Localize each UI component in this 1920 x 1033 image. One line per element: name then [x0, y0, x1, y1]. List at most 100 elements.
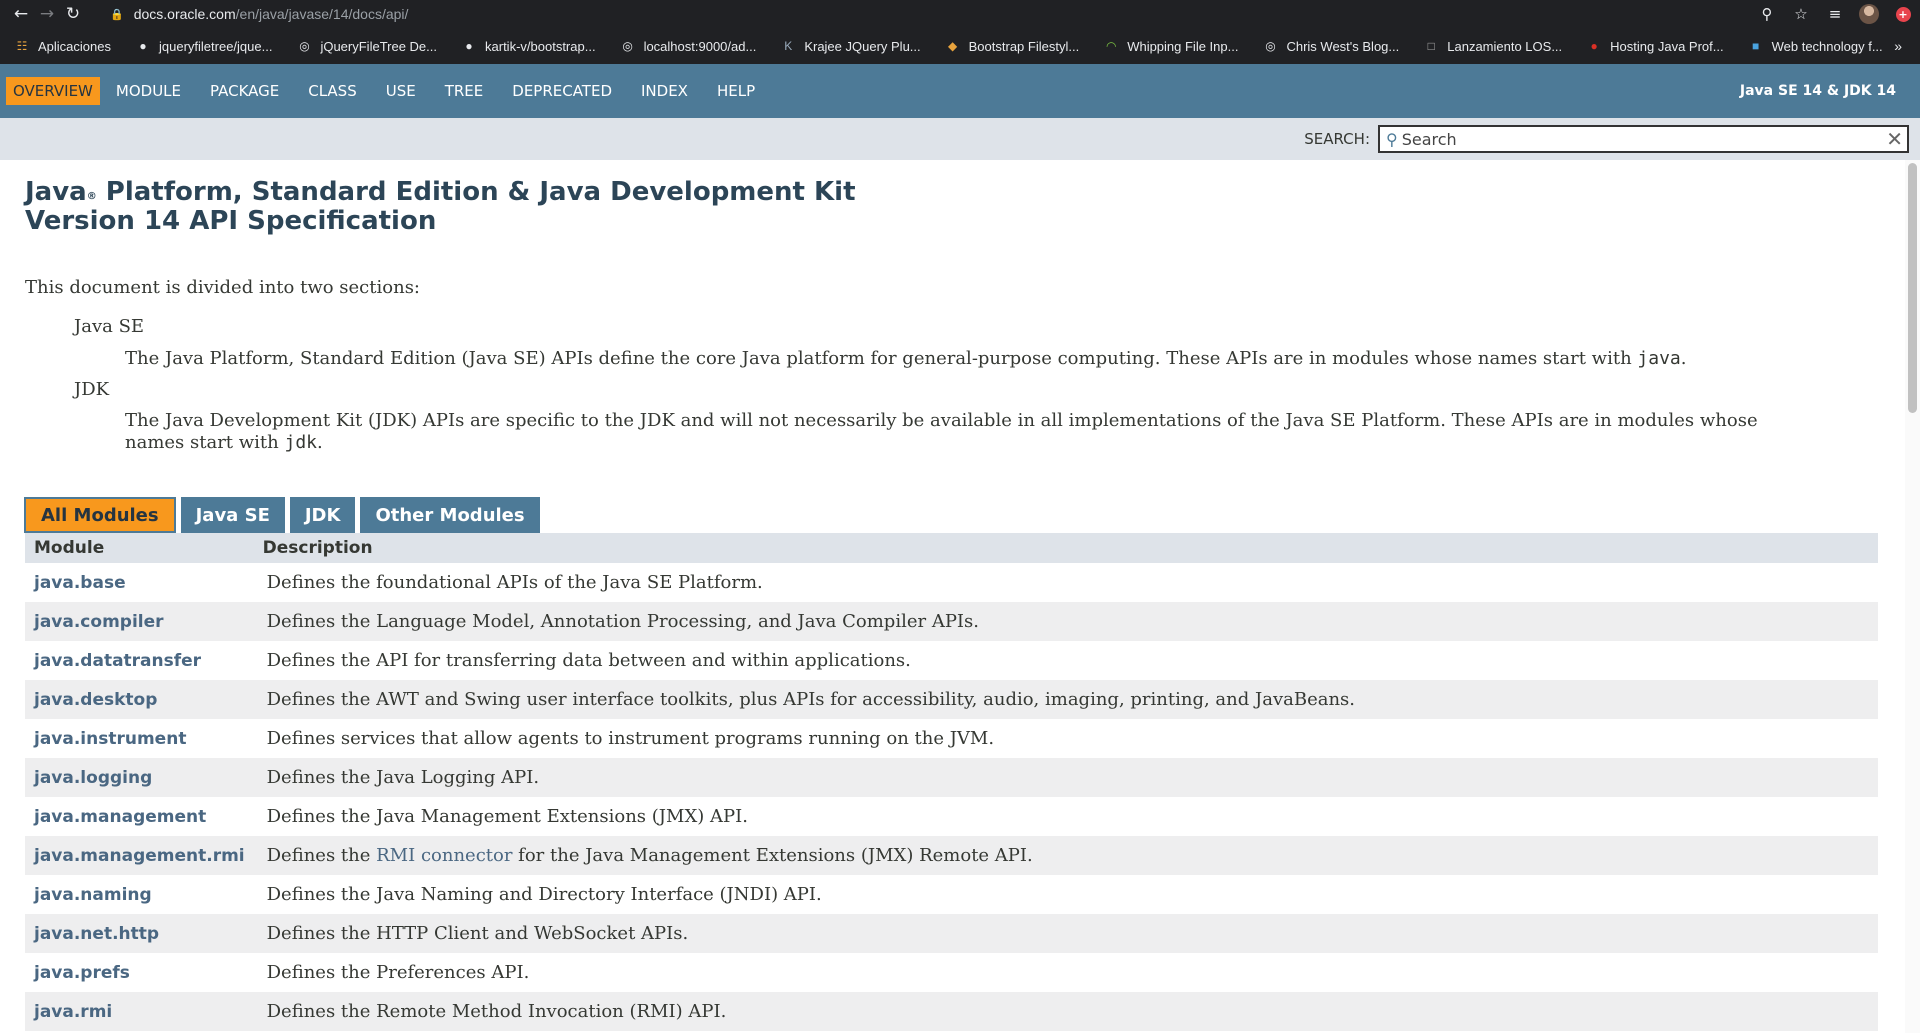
nav-use[interactable]: USE: [379, 77, 423, 105]
table-row: java.management Defines the Java Manageme…: [25, 797, 1878, 836]
github-icon: ●: [465, 39, 473, 53]
address-bar[interactable]: 🔒 docs.oracle.com/en/java/javase/14/docs…: [110, 3, 1770, 25]
tab-jdk[interactable]: JDK: [289, 497, 356, 533]
bookmark-item[interactable]: ■ Web technology f...: [1748, 38, 1883, 54]
table-row: java.desktop Defines the AWT and Swing us…: [25, 680, 1878, 719]
rmi-connector-link[interactable]: RMI connector: [376, 845, 512, 866]
bookmark-label: Lanzamiento LOS...: [1447, 38, 1563, 54]
bootstrap-filestyle-icon: ◆: [948, 39, 958, 53]
module-cell: java.compiler: [25, 602, 254, 641]
module-cell: java.naming: [25, 875, 254, 914]
module-cell: java.base: [25, 563, 254, 602]
nav-package[interactable]: PACKAGE: [203, 77, 286, 105]
globe-icon: ◎: [622, 39, 633, 53]
scrollbar-thumb[interactable]: [1908, 163, 1917, 413]
nav-tree[interactable]: TREE: [438, 77, 491, 105]
module-cell: java.datatransfer: [25, 641, 254, 680]
extension-icon[interactable]: +: [1886, 0, 1920, 28]
modules-table-body: java.base Defines the foundational APIs o…: [25, 563, 1878, 1031]
module-link[interactable]: java.prefs: [34, 963, 130, 983]
whipping-icon: ◠: [1105, 39, 1117, 53]
bookmarks-bar: ☷ Aplicaciones ● jqueryfiletree/jque... ◎ jQu…: [0, 28, 1920, 64]
reload-icon[interactable]: ↻: [60, 0, 86, 28]
module-cell: java.rmi: [25, 992, 254, 1031]
bookmark-star-icon[interactable]: ☆: [1784, 0, 1818, 28]
bookmark-label: localhost:9000/ad...: [643, 38, 757, 54]
bookmark-label: Whipping File Inp...: [1127, 38, 1239, 54]
modules-table: Module Description java.base Defines the …: [25, 533, 1878, 1031]
module-link[interactable]: java.compiler: [34, 612, 164, 632]
globe-icon: ◎: [1265, 39, 1276, 53]
bookmark-item[interactable]: ● jqueryfiletree/jque...: [135, 38, 272, 54]
column-header-module: Module: [25, 533, 254, 563]
nav-overview[interactable]: OVERVIEW: [6, 77, 100, 105]
top-navigation: OVERVIEW MODULE PACKAGE CLASS USE TREE D…: [0, 64, 1920, 118]
nav-deprecated[interactable]: DEPRECATED: [505, 77, 619, 105]
table-row: java.prefs Defines the Preferences API.: [25, 953, 1878, 992]
about-language: Java SE 14 & JDK 14: [1739, 83, 1896, 99]
module-link[interactable]: java.base: [34, 573, 126, 593]
module-description: Defines services that allow agents to in…: [253, 719, 1878, 758]
clear-search-icon[interactable]: ✕: [1886, 127, 1907, 151]
module-link[interactable]: java.datatransfer: [34, 651, 201, 671]
module-link[interactable]: java.instrument: [34, 729, 186, 749]
page-title: Java® Platform, Standard Edition & Java …: [25, 177, 856, 236]
module-link[interactable]: java.naming: [34, 885, 152, 905]
module-link[interactable]: java.net.http: [34, 924, 159, 944]
table-row: java.logging Defines the Java Logging API…: [25, 758, 1878, 797]
bookmark-item[interactable]: ◠ Whipping File Inp...: [1103, 38, 1239, 54]
module-cell: java.desktop: [25, 680, 254, 719]
module-description: Defines the Language Model, Annotation P…: [253, 602, 1878, 641]
back-arrow-icon[interactable]: ←: [8, 0, 34, 28]
nav-module[interactable]: MODULE: [109, 77, 188, 105]
bookmark-item[interactable]: ◎ Chris West's Blog...: [1262, 38, 1399, 54]
module-link[interactable]: java.management.rmi: [34, 846, 245, 866]
browser-toolbar: ← → ↻ 🔒 docs.oracle.com/en/java/javase/1…: [0, 0, 1920, 28]
module-description: Defines the Java Logging API.: [253, 758, 1878, 797]
tab-other-modules[interactable]: Other Modules: [360, 497, 540, 533]
bookmark-item[interactable]: K Krajee JQuery Plu...: [780, 38, 920, 54]
table-row: java.rmi Defines the Remote Method Invoca…: [25, 992, 1878, 1031]
nav-index[interactable]: INDEX: [634, 77, 695, 105]
forward-arrow-icon[interactable]: →: [34, 0, 60, 28]
bookmark-item[interactable]: ☷ Aplicaciones: [14, 38, 111, 54]
bookmark-label: jqueryfiletree/jque...: [159, 38, 273, 54]
search-box[interactable]: ⚲ ✕: [1378, 125, 1909, 153]
bookmark-label: Chris West's Blog...: [1286, 38, 1400, 54]
javase-description: The Java Platform, Standard Edition (Jav…: [125, 348, 1687, 369]
jdk-term: JDK: [74, 379, 110, 400]
search-input[interactable]: [1401, 129, 1887, 149]
javase-term: Java SE: [74, 316, 145, 337]
bookmark-label: kartik-v/bootstrap...: [485, 38, 596, 54]
module-description: Defines the Remote Method Invocation (RM…: [253, 992, 1878, 1031]
module-link[interactable]: java.rmi: [34, 1002, 112, 1022]
bookmark-item[interactable]: ◆ Bootstrap Filestyl...: [945, 38, 1079, 54]
bookmark-item[interactable]: ◎ localhost:9000/ad...: [620, 38, 757, 54]
globe-icon: ◎: [299, 39, 310, 53]
module-description: Defines the Java Management Extensions (…: [253, 797, 1878, 836]
reading-list-icon[interactable]: ≡: [1818, 0, 1852, 28]
tab-java-se[interactable]: Java SE: [180, 497, 285, 533]
module-link[interactable]: java.desktop: [34, 690, 157, 710]
module-cell: java.management: [25, 797, 254, 836]
more-bookmarks-icon[interactable]: »: [1894, 38, 1902, 54]
module-cell: java.net.http: [25, 914, 254, 953]
nav-help[interactable]: HELP: [710, 77, 762, 105]
module-cell: java.logging: [25, 758, 254, 797]
bookmark-item[interactable]: □ Lanzamiento LOS...: [1423, 38, 1563, 54]
nav-class[interactable]: CLASS: [301, 77, 363, 105]
bookmark-item[interactable]: ● Hosting Java Prof...: [1586, 38, 1724, 54]
module-description: Defines the RMI connector for the Java M…: [253, 836, 1878, 875]
apps-grid-icon: ☷: [16, 39, 28, 53]
profile-avatar[interactable]: [1852, 0, 1886, 28]
bookmark-label: Hosting Java Prof...: [1610, 38, 1724, 54]
table-row: java.compiler Defines the Language Model,…: [25, 602, 1878, 641]
bookmark-item[interactable]: ● kartik-v/bootstrap...: [461, 38, 596, 54]
tab-all-modules[interactable]: All Modules: [24, 497, 176, 533]
module-description: Defines the foundational APIs of the Jav…: [253, 563, 1878, 602]
zoom-icon[interactable]: ⚲: [1750, 0, 1784, 28]
module-link[interactable]: java.management: [34, 807, 206, 827]
bookmark-item[interactable]: ◎ jQueryFileTree De...: [296, 38, 437, 54]
web-tech-icon: ■: [1751, 39, 1760, 53]
module-link[interactable]: java.logging: [34, 768, 152, 788]
